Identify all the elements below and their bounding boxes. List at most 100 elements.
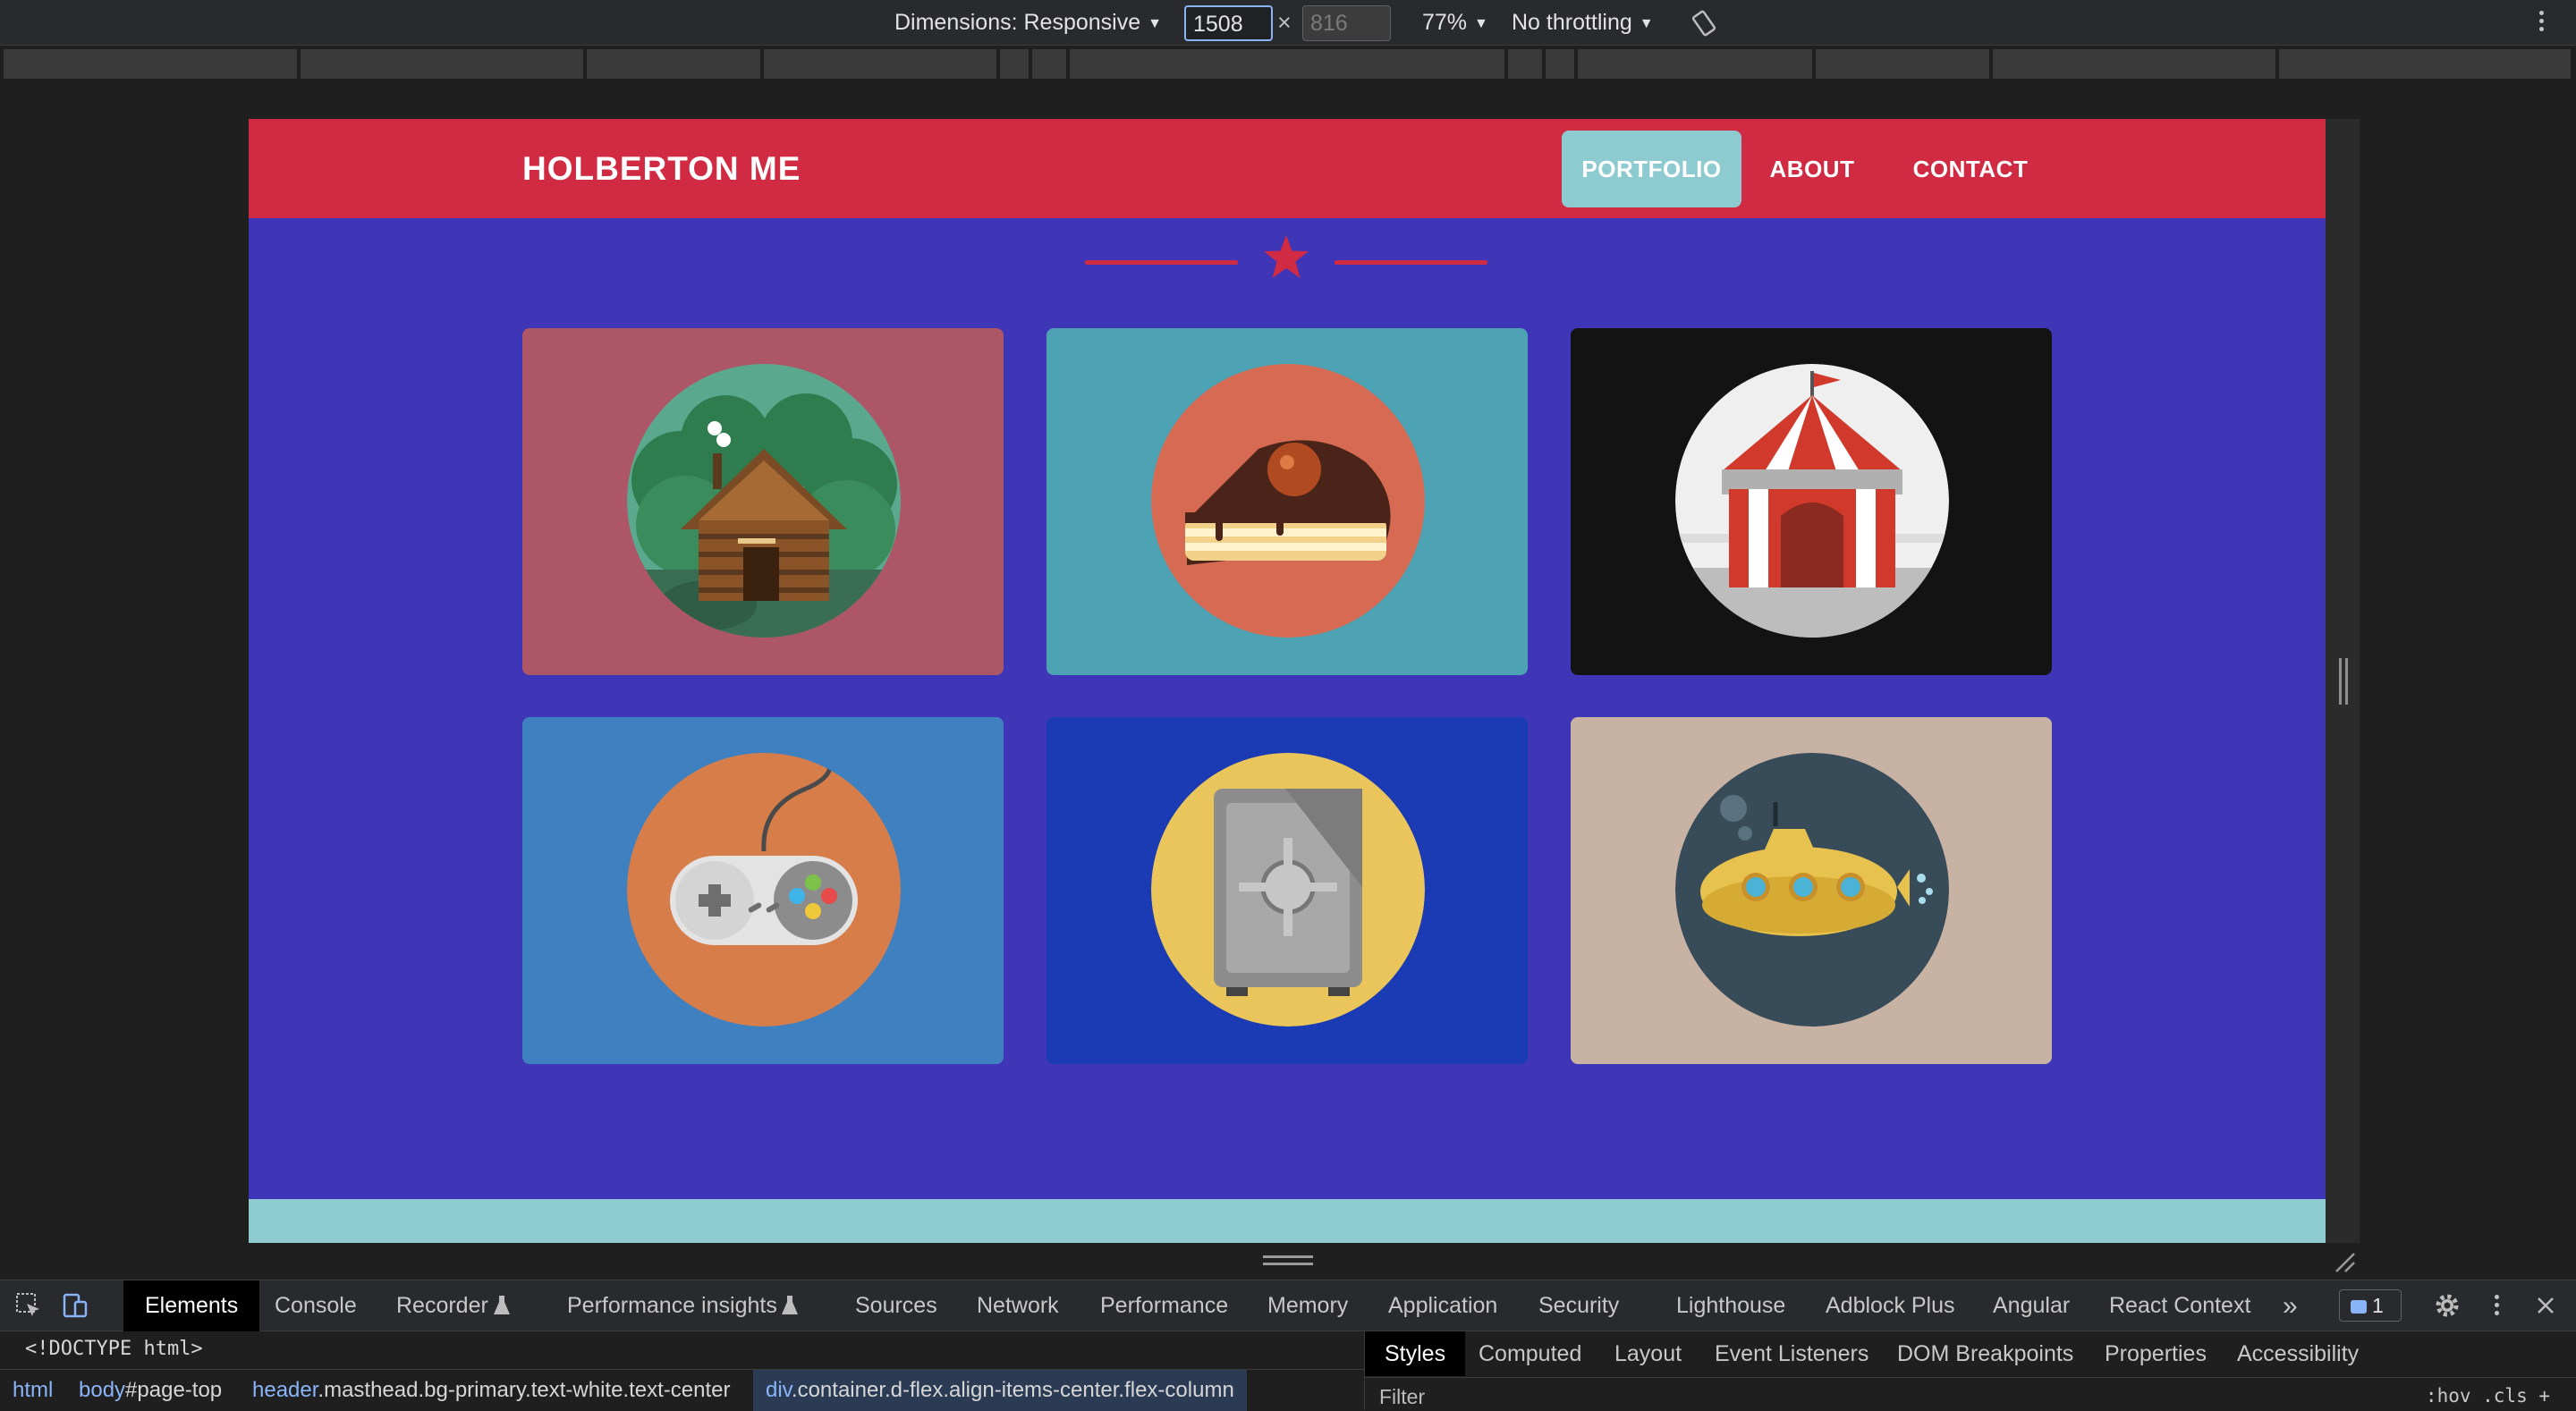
tab-application[interactable]: Application bbox=[1388, 1280, 1497, 1331]
viewport-resize-handle-right[interactable] bbox=[2326, 119, 2360, 1243]
breadcrumb: html body#page-top header.masthead.bg-pr… bbox=[0, 1369, 1364, 1411]
tab-styles[interactable]: Styles bbox=[1365, 1331, 1466, 1376]
media-query-segment[interactable] bbox=[2279, 49, 2572, 79]
tab-react-context[interactable]: React Context bbox=[2109, 1280, 2250, 1331]
footer-strip bbox=[249, 1199, 2326, 1243]
issues-badge[interactable]: 1 bbox=[2339, 1289, 2402, 1322]
tab-computed[interactable]: Computed bbox=[1479, 1331, 1581, 1376]
tab-recorder[interactable]: Recorder bbox=[396, 1280, 488, 1331]
cabin-icon bbox=[627, 364, 901, 638]
media-query-segment[interactable] bbox=[1578, 49, 1814, 79]
devtools-tabbar: Elements Console Recorder Performance in… bbox=[0, 1280, 2576, 1331]
throttling-dropdown[interactable]: No throttling ▼ bbox=[1512, 0, 1654, 46]
nav-portfolio[interactable]: PORTFOLIO bbox=[1562, 131, 1741, 207]
device-toolbar: Dimensions: Responsive ▼ 1508 × 816 77% ▼ … bbox=[0, 0, 2576, 46]
filter-input[interactable]: Filter bbox=[1379, 1385, 1425, 1409]
tab-dom-breakpoints[interactable]: DOM Breakpoints bbox=[1897, 1331, 2073, 1376]
dimensions-label: Dimensions: Responsive bbox=[894, 10, 1141, 35]
site-navbar: HOLBERTON ME PORTFOLIO ABOUT CONTACT bbox=[249, 119, 2326, 218]
media-query-segment[interactable] bbox=[1508, 49, 1544, 79]
chevron-down-icon: ▼ bbox=[1148, 16, 1162, 31]
star-icon bbox=[1264, 235, 1309, 278]
height-input[interactable]: 816 bbox=[1302, 5, 1391, 41]
tab-lighthouse[interactable]: Lighthouse bbox=[1676, 1280, 1785, 1331]
divider-line bbox=[1085, 260, 1238, 265]
zoom-dropdown[interactable]: 77% ▼ bbox=[1422, 0, 1488, 46]
tab-performance[interactable]: Performance bbox=[1100, 1280, 1228, 1331]
tab-accessibility[interactable]: Accessibility bbox=[2237, 1331, 2359, 1376]
divider-line bbox=[1335, 260, 1487, 265]
portfolio-item-submarine[interactable] bbox=[1571, 717, 2052, 1064]
styles-filter-row: Filter :hov .cls + bbox=[1365, 1377, 2576, 1410]
styles-panel: Styles Computed Layout Event Listeners D… bbox=[1364, 1331, 2576, 1410]
flask-icon bbox=[782, 1296, 798, 1314]
tab-security[interactable]: Security bbox=[1538, 1280, 1619, 1331]
chevron-down-icon: ▼ bbox=[1639, 16, 1654, 31]
media-query-segment[interactable] bbox=[1816, 49, 1991, 79]
media-query-segment[interactable] bbox=[1993, 49, 2277, 79]
media-query-segment[interactable] bbox=[301, 49, 585, 79]
media-query-segment[interactable] bbox=[4, 49, 299, 79]
chevron-down-icon: ▼ bbox=[1474, 16, 1488, 31]
nav-about[interactable]: ABOUT bbox=[1758, 131, 1866, 207]
breadcrumb-item[interactable]: header.masthead.bg-primary.text-white.te… bbox=[240, 1370, 742, 1411]
gear-icon[interactable] bbox=[2433, 1291, 2462, 1320]
rotate-icon[interactable] bbox=[1690, 10, 1717, 37]
devtools-menu-icon[interactable] bbox=[2491, 1291, 2502, 1322]
portfolio-item-cake[interactable] bbox=[1046, 328, 1528, 675]
dimensions-dropdown[interactable]: Dimensions: Responsive ▼ bbox=[894, 0, 1162, 46]
dom-doctype-node[interactable]: <!DOCTYPE html> bbox=[25, 1331, 203, 1367]
site-brand[interactable]: HOLBERTON ME bbox=[522, 119, 801, 218]
breadcrumb-item[interactable]: div.container.d-flex.align-items-center.… bbox=[753, 1370, 1247, 1411]
nav-contact[interactable]: CONTACT bbox=[1903, 131, 2038, 207]
more-tabs-icon[interactable]: » bbox=[2283, 1280, 2298, 1331]
media-query-segment[interactable] bbox=[587, 49, 762, 79]
flask-icon bbox=[494, 1296, 510, 1314]
device-toggle-icon[interactable] bbox=[61, 1291, 89, 1320]
times-separator: × bbox=[1277, 9, 1292, 36]
star-divider bbox=[1085, 232, 1487, 286]
inspect-element-icon[interactable] bbox=[14, 1291, 43, 1320]
tab-performance-insights[interactable]: Performance insights bbox=[567, 1280, 777, 1331]
tab-layout[interactable]: Layout bbox=[1614, 1331, 1682, 1376]
tab-elements[interactable]: Elements bbox=[123, 1280, 260, 1331]
close-icon[interactable] bbox=[2533, 1293, 2558, 1318]
media-query-segment[interactable] bbox=[1070, 49, 1506, 79]
tab-network[interactable]: Network bbox=[977, 1280, 1059, 1331]
viewport-resize-handle-corner[interactable] bbox=[2333, 1250, 2356, 1273]
tab-angular[interactable]: Angular bbox=[1993, 1280, 2070, 1331]
tab-properties[interactable]: Properties bbox=[2105, 1331, 2207, 1376]
tab-event-listeners[interactable]: Event Listeners bbox=[1715, 1331, 1868, 1376]
safe-icon bbox=[1151, 753, 1425, 1027]
media-query-segment[interactable] bbox=[1546, 49, 1576, 79]
circus-tent-icon bbox=[1675, 364, 1949, 638]
breadcrumb-item[interactable]: html bbox=[0, 1370, 65, 1411]
portfolio-item-circus[interactable] bbox=[1571, 328, 2052, 675]
tab-memory[interactable]: Memory bbox=[1267, 1280, 1348, 1331]
media-query-bar bbox=[0, 49, 2576, 81]
cake-icon bbox=[1151, 364, 1425, 638]
tab-sources[interactable]: Sources bbox=[855, 1280, 937, 1331]
more-options-icon[interactable] bbox=[2536, 7, 2546, 38]
portfolio-item-safe[interactable] bbox=[1046, 717, 1528, 1064]
viewport-resize-handle-bottom[interactable] bbox=[1263, 1255, 1313, 1268]
breadcrumb-item[interactable]: body#page-top bbox=[66, 1370, 234, 1411]
width-input[interactable]: 1508 bbox=[1184, 5, 1273, 41]
tab-console[interactable]: Console bbox=[275, 1280, 357, 1331]
throttling-label: No throttling bbox=[1512, 10, 1632, 35]
filter-tools[interactable]: :hov .cls + bbox=[2426, 1385, 2550, 1407]
masthead bbox=[249, 218, 2326, 1199]
submarine-icon bbox=[1675, 753, 1949, 1027]
zoom-label: 77% bbox=[1422, 10, 1468, 35]
issues-count: 1 bbox=[2372, 1294, 2384, 1317]
media-query-segment[interactable] bbox=[1032, 49, 1068, 79]
elements-panel: <!DOCTYPE html> html body#page-top heade… bbox=[0, 1331, 1364, 1411]
portfolio-item-cabin[interactable] bbox=[522, 328, 1004, 675]
tab-adblock-plus[interactable]: Adblock Plus bbox=[1826, 1280, 1955, 1331]
game-controller-icon bbox=[627, 753, 901, 1027]
emulated-viewport: HOLBERTON ME PORTFOLIO ABOUT CONTACT bbox=[249, 119, 2326, 1243]
media-query-segment[interactable] bbox=[1000, 49, 1030, 79]
portfolio-item-game-controller[interactable] bbox=[522, 717, 1004, 1064]
media-query-segment[interactable] bbox=[764, 49, 998, 79]
message-icon bbox=[2351, 1300, 2367, 1314]
